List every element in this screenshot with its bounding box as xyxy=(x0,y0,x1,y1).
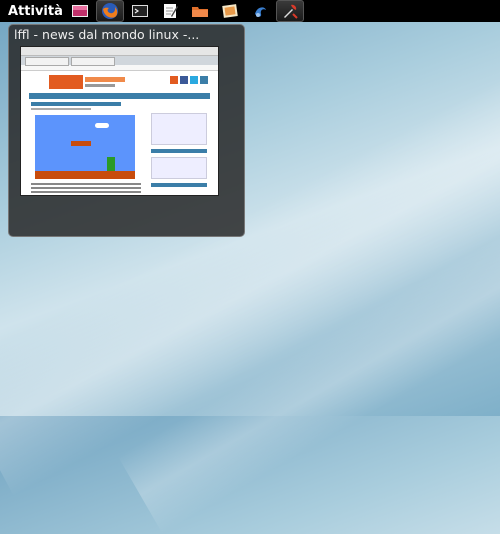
tools-icon xyxy=(284,4,298,19)
thumbnail-tabs xyxy=(21,56,218,66)
window-thumbnail[interactable] xyxy=(20,46,219,196)
thumbnail-sidebar-box xyxy=(151,157,207,179)
thumbnail-tab xyxy=(25,57,69,66)
firefox-icon xyxy=(102,3,118,19)
thumbnail-meta xyxy=(31,108,91,110)
thumbnail-brick-block xyxy=(71,141,91,146)
thumbnail-browser-menubar xyxy=(21,47,218,56)
thumbnail-logo xyxy=(49,75,83,89)
dash xyxy=(66,0,304,22)
thumbnail-sidebar-box xyxy=(151,113,207,145)
thumbnail-social-icons xyxy=(170,76,208,84)
thumbnail-content xyxy=(21,99,218,195)
thumbnail-logo-subtitle xyxy=(85,84,115,87)
photos-launcher[interactable] xyxy=(216,0,244,22)
thumbnail-article-text xyxy=(31,183,141,185)
thumbnail-sidebar-bar xyxy=(151,183,207,187)
text-editor-launcher[interactable] xyxy=(156,0,184,22)
files-launcher[interactable] xyxy=(186,0,214,22)
image-viewer-launcher[interactable] xyxy=(66,0,94,22)
thumbnail-tab xyxy=(71,57,115,66)
thumbnail-game-screenshot xyxy=(35,115,135,179)
photos-icon xyxy=(222,4,238,18)
text-editor-icon xyxy=(164,4,178,18)
thumbnail-pipe xyxy=(107,157,115,171)
terminal-icon xyxy=(132,5,148,17)
firefox-launcher[interactable] xyxy=(96,0,124,22)
activities-button[interactable]: Attività xyxy=(0,4,66,19)
thumbnail-site-header xyxy=(21,71,218,93)
thumbnail-headline xyxy=(31,102,121,106)
thumbnail-cloud xyxy=(95,123,109,128)
network-launcher[interactable] xyxy=(246,0,274,22)
thumbnail-logo-tagline xyxy=(85,77,125,82)
network-icon xyxy=(255,7,266,17)
thumbnail-sidebar xyxy=(151,99,207,189)
thumbnail-sidebar-bar xyxy=(151,149,207,153)
tools-launcher[interactable] xyxy=(276,0,304,22)
top-panel: Attività xyxy=(0,0,500,22)
thumbnail-ground xyxy=(35,171,135,179)
image-viewer-icon xyxy=(72,5,88,17)
folder-icon xyxy=(192,7,208,17)
window-preview-title: lffl - news dal mondo linux -... xyxy=(14,27,200,42)
terminal-launcher[interactable] xyxy=(126,0,154,22)
